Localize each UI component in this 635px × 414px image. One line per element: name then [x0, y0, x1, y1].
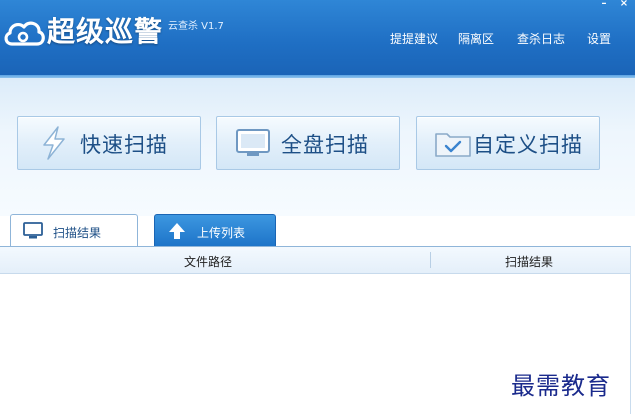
column-header-scan-result[interactable]: 扫描结果	[505, 253, 553, 270]
tab-upload-list-label: 上传列表	[197, 226, 246, 240]
full-scan-label: 全盘扫描	[281, 133, 369, 157]
title-bar: 超级巡警 云查杀 V1.7 提提建议 隔离区 查杀日志 设置 – ×	[0, 0, 635, 78]
quick-scan-button[interactable]: 快速扫描	[17, 116, 201, 170]
app-title: 超级巡警	[47, 15, 164, 48]
table-header: 文件路径 扫描结果	[0, 247, 630, 274]
close-button[interactable]: ×	[615, 0, 633, 11]
monitor-icon	[236, 129, 270, 156]
nav-feedback-link[interactable]: 提提建议	[390, 30, 438, 47]
nav-quarantine-link[interactable]: 隔离区	[458, 30, 494, 47]
monitor-icon	[23, 222, 43, 239]
custom-scan-label: 自定义扫描	[473, 133, 583, 157]
full-scan-button[interactable]: 全盘扫描	[216, 116, 400, 170]
upload-arrow-icon	[169, 223, 185, 239]
tab-scan-results[interactable]: 扫描结果	[10, 214, 138, 247]
nav-settings-link[interactable]: 设置	[587, 30, 611, 47]
minimize-button[interactable]: –	[595, 0, 613, 11]
custom-scan-button[interactable]: 自定义扫描	[416, 116, 600, 170]
quick-scan-label: 快速扫描	[80, 133, 168, 157]
tab-scan-results-label: 扫描结果	[53, 226, 102, 240]
app-version: 云查杀 V1.7	[168, 21, 224, 32]
tab-upload-list[interactable]: 上传列表	[154, 214, 276, 247]
column-divider[interactable]	[430, 252, 431, 268]
watermark-text: 最需教育	[511, 372, 611, 400]
scan-panel: 快速扫描 全盘扫描 自定义扫描	[0, 78, 635, 216]
folder-check-icon	[435, 133, 471, 157]
nav-scan-log-link[interactable]: 查杀日志	[517, 30, 565, 47]
cloud-logo-icon	[4, 21, 45, 46]
lightning-icon	[43, 126, 65, 160]
column-header-file-path[interactable]: 文件路径	[184, 253, 232, 270]
